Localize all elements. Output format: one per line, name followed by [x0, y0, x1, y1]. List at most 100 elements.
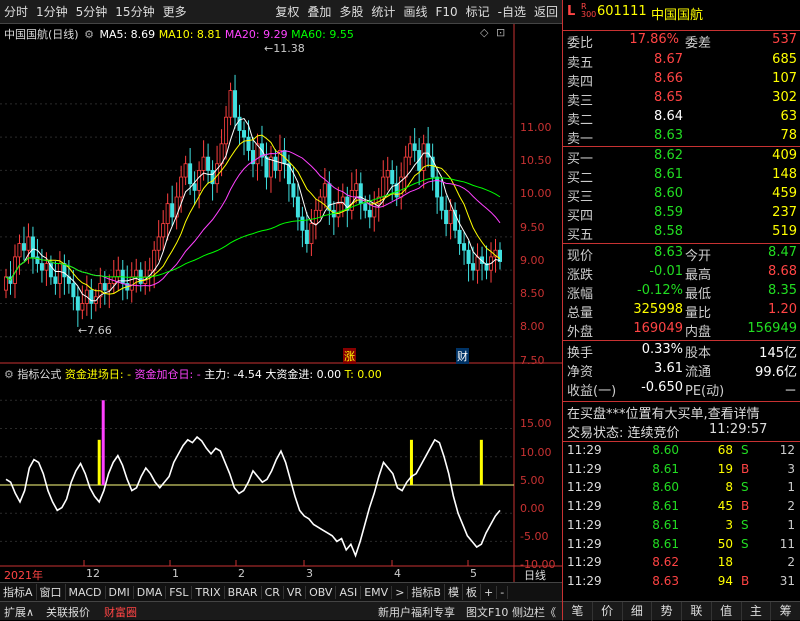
weibi-row: 委比 17.86% 委差 537 [563, 30, 800, 51]
stat-label: 最高 [685, 268, 712, 283]
buy-book: 买一 8.62 409 买二 8.61 148 买三 8.60 459 买四 8.59 237 买五 8.… [563, 146, 800, 243]
period-tab-3[interactable]: 15分钟 [111, 3, 158, 20]
book-row: 卖三 8.65 302 [563, 89, 800, 109]
period-tab-4[interactable]: 更多 [159, 3, 191, 20]
tick-side: B [741, 499, 750, 514]
indicator-tab-9[interactable]: VR [284, 585, 307, 599]
stat-value: 8.68 [768, 264, 797, 279]
indicator-l5: T: 0.00 [344, 368, 382, 381]
quote.buys-volume: 459 [772, 186, 797, 201]
indicator-tab-3[interactable]: DMI [106, 585, 134, 599]
stat-value: -0.12% [637, 283, 683, 298]
notice-row[interactable]: 在买盘***位置有大买单,查看详情 [563, 401, 800, 422]
quote-title: L R 300 601111 中国国航 [567, 2, 704, 24]
f10-tab[interactable]: 图文F10 [466, 604, 508, 620]
candle-body [246, 136, 251, 151]
side-panel-toggle[interactable]: 侧边栏《 [512, 604, 556, 620]
quote.buys-price: 8.62 [654, 148, 683, 163]
period-tab-0[interactable]: 分时 [0, 3, 32, 20]
stat-value: 8.63 [654, 245, 683, 260]
zhang-marker[interactable]: 涨 [343, 348, 356, 364]
tool-button-7[interactable]: -自选 [494, 3, 530, 20]
tick-volume: 50 [717, 536, 733, 551]
tick-price: 8.60 [652, 443, 679, 457]
expand-button[interactable]: 扩展∧ [4, 604, 34, 620]
indicator-tab-14[interactable]: 指标B [408, 584, 445, 600]
stat-row: 外盘 169049 内盘 156949 [563, 320, 800, 340]
candle-body [39, 263, 44, 271]
indicator-tab-5[interactable]: FSL [166, 585, 193, 599]
indicator-l2: 资金加仓日: - [134, 368, 201, 381]
tool-button-8[interactable]: 返回 [530, 3, 562, 20]
stat-value: 8.47 [768, 245, 797, 260]
tick-time: 11:29 [567, 536, 602, 551]
quote.sells-volume: 63 [780, 109, 797, 124]
tool-button-0[interactable]: 复权 [271, 3, 303, 20]
quote.sells-label: 卖二 [567, 113, 594, 128]
share-row: 收益(一) -0.650 PE(动) － [563, 379, 800, 399]
trade-state-row: 交易状态: 连续竞价 11:29:57 [567, 422, 768, 441]
candle-body [439, 196, 444, 211]
indicator-tab-0[interactable]: 指标A [0, 584, 37, 600]
period-tab-2[interactable]: 5分钟 [72, 3, 112, 20]
price-tick: 10.00 [520, 187, 552, 201]
quote.sells-label: 卖五 [567, 56, 594, 71]
quote.buys-label: 买五 [567, 228, 594, 243]
candle-body [152, 249, 157, 271]
tick-side: S [741, 443, 749, 457]
candle-body [89, 289, 94, 304]
indicator-tab-4[interactable]: DMA [134, 585, 167, 599]
quote.buys-label: 买一 [567, 152, 594, 167]
indicator-tab-1[interactable]: 窗口 [37, 584, 66, 600]
indicator-tab-13[interactable]: > [392, 585, 409, 599]
tick-count: 1 [787, 480, 795, 495]
quote.sells-price: 8.66 [654, 71, 683, 86]
promo-link[interactable]: 新用户福利专享 [378, 604, 455, 620]
fortune-tab[interactable]: 财富圈 [104, 604, 137, 620]
candle-body [161, 223, 166, 238]
indicator-tab-7[interactable]: BRAR [225, 585, 262, 599]
candle-body [183, 163, 188, 178]
indicator-tab-15[interactable]: 模 [445, 584, 463, 600]
tick-volume: 3 [725, 517, 733, 532]
quote.buys-volume: 237 [772, 205, 797, 220]
indicator-tab-17[interactable]: + [481, 585, 498, 599]
quote.buys-label: 买三 [567, 190, 594, 205]
tool-button-5[interactable]: F10 [431, 5, 461, 19]
period-tab-1[interactable]: 1分钟 [32, 3, 72, 20]
candle-body [228, 90, 233, 118]
quote.sells-label: 卖一 [567, 132, 594, 147]
tool-button-3[interactable]: 统计 [367, 3, 399, 20]
indicator-tab-11[interactable]: ASI [336, 585, 362, 599]
time-label: 1 [172, 567, 179, 580]
tool-button-6[interactable]: 标记 [462, 3, 494, 20]
indicator-name[interactable]: 指标公式 [17, 368, 61, 381]
price-tick: 9.50 [520, 220, 545, 234]
candle-body [80, 303, 85, 311]
indicator-tab-16[interactable]: 板 [463, 584, 481, 600]
book-row: 买一 8.62 409 [563, 147, 800, 167]
candle-body [385, 170, 390, 178]
indicator-settings-icon[interactable]: ⚙ [4, 368, 14, 381]
stat-label: 最低 [685, 287, 712, 302]
candle-body [412, 143, 417, 151]
tool-button-4[interactable]: 画线 [399, 3, 431, 20]
tool-button-1[interactable]: 叠加 [303, 3, 335, 20]
indicator-tab-2[interactable]: MACD [66, 585, 106, 599]
cai-marker[interactable]: 财 [456, 348, 469, 364]
indicator-tab-18[interactable]: - [497, 585, 509, 599]
tool-button-2[interactable]: 多股 [335, 3, 367, 20]
candle-body [264, 156, 269, 178]
indicator-tab-12[interactable]: EMV [361, 585, 393, 599]
tick-price: 8.61 [652, 536, 679, 551]
book-row: 买三 8.60 459 [563, 185, 800, 205]
watch-quote-tab[interactable]: 关联报价 [46, 604, 90, 620]
book-row: 卖五 8.67 685 [563, 51, 800, 71]
indicator-tab-10[interactable]: OBV [306, 585, 337, 599]
indicator-tab-8[interactable]: CR [262, 585, 284, 599]
period-label[interactable]: 日线 [524, 567, 546, 583]
tick-count: 2 [787, 555, 795, 570]
stat-value: 156949 [747, 321, 797, 336]
indicator-tab-6[interactable]: TRIX [192, 585, 225, 599]
candle-body [107, 283, 112, 291]
